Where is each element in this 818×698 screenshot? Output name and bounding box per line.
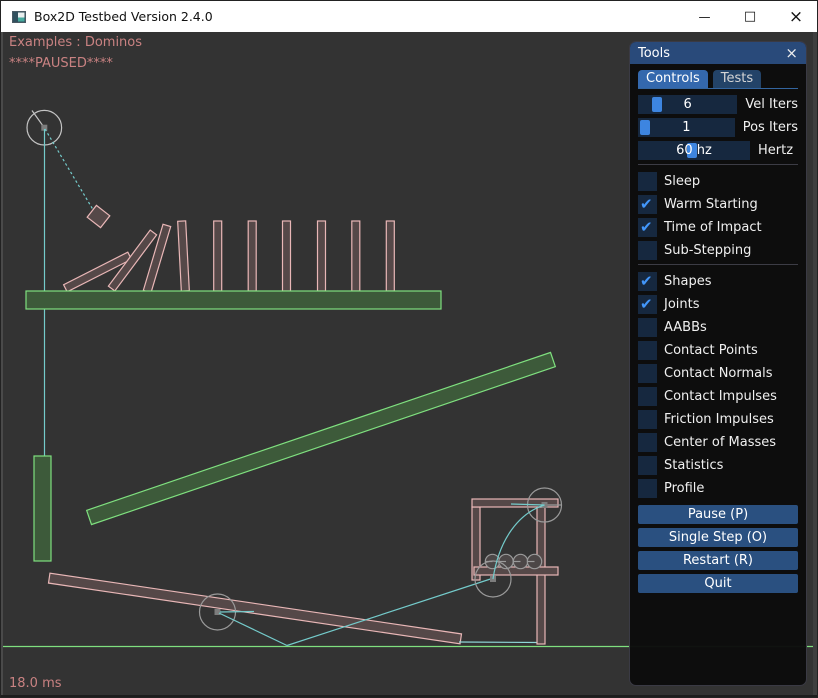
tools-panel-titlebar[interactable]: Tools ×: [630, 42, 806, 64]
checkbox-row-aabbs[interactable]: AABBs: [638, 318, 798, 337]
restart-r-button[interactable]: Restart (R): [638, 551, 798, 570]
check-icon: ✔: [640, 218, 653, 237]
checkbox-box[interactable]: [638, 172, 657, 191]
checkbox-label[interactable]: Statistics: [664, 456, 723, 475]
tab-tests[interactable]: Tests: [713, 70, 761, 88]
app-icon: [12, 10, 26, 24]
checkbox-label[interactable]: Warm Starting: [664, 195, 758, 214]
checkbox-row-time-of-impact[interactable]: ✔ Time of Impact: [638, 218, 798, 237]
checkbox-row-statistics[interactable]: Statistics: [638, 456, 798, 475]
slider-row: 1 Pos Iters: [638, 118, 798, 137]
checkbox-box[interactable]: [638, 410, 657, 429]
slider-value: 60 hz: [638, 141, 750, 160]
slider-row: 60 hz Hertz: [638, 141, 798, 160]
checkbox-box[interactable]: ✔: [638, 295, 657, 314]
checkbox-label[interactable]: AABBs: [664, 318, 707, 337]
checkbox-group-1: ✔ Shapes ✔ Joints AABBs Contact Points Contact…: [638, 272, 798, 498]
tools-close-icon[interactable]: ×: [785, 46, 798, 61]
minimize-button[interactable]: —: [681, 1, 727, 32]
checkbox-label[interactable]: Contact Normals: [664, 364, 773, 383]
checkbox-box[interactable]: [638, 318, 657, 337]
separator: [638, 164, 798, 165]
checkbox-row-contact-points[interactable]: Contact Points: [638, 341, 798, 360]
tools-panel-title: Tools: [638, 46, 670, 61]
standing-dominos: [178, 221, 395, 291]
pause-p-button[interactable]: Pause (P): [638, 505, 798, 524]
app-window: Box2D Testbed Version 2.4.0 — □ ×: [0, 0, 818, 698]
slider-row: 6 Vel Iters: [638, 95, 798, 114]
button-list: Pause (P) Single Step (O) Restart (R) Quit: [638, 505, 798, 593]
checkbox-row-sub-stepping[interactable]: Sub-Stepping: [638, 241, 798, 260]
window-titlebar[interactable]: Box2D Testbed Version 2.4.0 — □ ×: [1, 1, 818, 32]
domino-shelf: [26, 291, 441, 309]
paused-label: ****PAUSED****: [9, 56, 113, 71]
checkbox-row-sleep[interactable]: Sleep: [638, 172, 798, 191]
example-label: Examples : Dominos: [9, 35, 142, 50]
checkbox-label[interactable]: Joints: [664, 295, 700, 314]
window-edge-left: [1, 32, 3, 698]
slider-pos-iters[interactable]: 1: [638, 118, 735, 137]
slider-value: 1: [638, 118, 735, 137]
slider-label: Hertz: [758, 143, 793, 158]
checkbox-box[interactable]: [638, 456, 657, 475]
window-title: Box2D Testbed Version 2.4.0: [34, 9, 213, 24]
maximize-button[interactable]: □: [727, 1, 773, 32]
quit-button[interactable]: Quit: [638, 574, 798, 593]
checkbox-label[interactable]: Shapes: [664, 272, 711, 291]
checkbox-label[interactable]: Sleep: [664, 172, 700, 191]
tab-controls[interactable]: Controls: [638, 70, 708, 88]
checkbox-row-contact-normals[interactable]: Contact Normals: [638, 364, 798, 383]
single-step-o-button[interactable]: Single Step (O): [638, 528, 798, 547]
checkbox-box[interactable]: [638, 341, 657, 360]
tools-panel: Tools × Controls Tests 6 Vel Iters 1 Pos Ite…: [629, 41, 807, 686]
checkbox-label[interactable]: Friction Impulses: [664, 410, 774, 429]
checkbox-box[interactable]: ✔: [638, 195, 657, 214]
checkbox-label[interactable]: Contact Impulses: [664, 387, 777, 406]
window-edge-right: [813, 32, 818, 698]
checkbox-label[interactable]: Sub-Stepping: [664, 241, 751, 260]
pendulum-joint-line: [45, 129, 95, 213]
slider-value: 6: [638, 95, 737, 114]
slider-label: Vel Iters: [745, 97, 798, 112]
separator: [638, 264, 798, 265]
slider-vel-iters[interactable]: 6: [638, 95, 737, 114]
tab-bar: Controls Tests: [638, 69, 798, 89]
checkbox-box[interactable]: [638, 387, 657, 406]
checkbox-row-warm-starting[interactable]: ✔ Warm Starting: [638, 195, 798, 214]
checkbox-row-contact-impulses[interactable]: Contact Impulses: [638, 387, 798, 406]
slider-hertz[interactable]: 60 hz: [638, 141, 750, 160]
fallen-dominos: [64, 224, 171, 292]
check-icon: ✔: [640, 295, 653, 314]
checkbox-row-shapes[interactable]: ✔ Shapes: [638, 272, 798, 291]
checkbox-box[interactable]: [638, 364, 657, 383]
checkbox-label[interactable]: Profile: [664, 479, 704, 498]
check-icon: ✔: [640, 195, 653, 214]
checkbox-box[interactable]: [638, 479, 657, 498]
checkbox-group-0: Sleep ✔ Warm Starting ✔ Time of Impact Sub-St…: [638, 172, 798, 260]
checkbox-row-center-of-masses[interactable]: Center of Masses: [638, 433, 798, 452]
checkbox-label[interactable]: Time of Impact: [664, 218, 762, 237]
checkbox-row-joints[interactable]: ✔ Joints: [638, 295, 798, 314]
checkbox-row-profile[interactable]: Profile: [638, 479, 798, 498]
checkbox-box[interactable]: [638, 241, 657, 260]
pendulum-bob: [87, 205, 110, 227]
check-icon: ✔: [640, 272, 653, 291]
checkbox-label[interactable]: Contact Points: [664, 341, 758, 360]
checkbox-label[interactable]: Center of Masses: [664, 433, 776, 452]
tall-pillar: [34, 456, 51, 561]
checkbox-box[interactable]: [638, 433, 657, 452]
frame-time-label: 18.0 ms: [9, 676, 62, 691]
cart-frame: [472, 499, 558, 644]
slider-list: 6 Vel Iters 1 Pos Iters 60 hz Hertz: [638, 95, 798, 160]
close-button[interactable]: ×: [773, 1, 818, 32]
slider-label: Pos Iters: [743, 120, 798, 135]
checkbox-box[interactable]: ✔: [638, 272, 657, 291]
checkbox-box[interactable]: ✔: [638, 218, 657, 237]
checkbox-row-friction-impulses[interactable]: Friction Impulses: [638, 410, 798, 429]
